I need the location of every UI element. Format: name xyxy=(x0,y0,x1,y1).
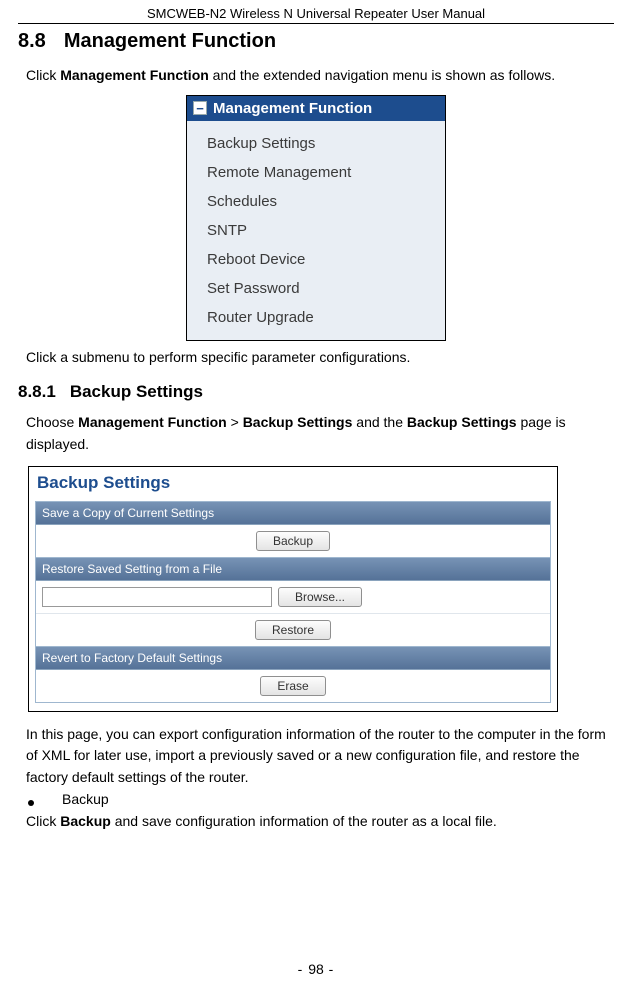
after-menu-text: Click a submenu to perform specific para… xyxy=(26,347,610,369)
product-name: SMCWEB-N2 Wireless N Universal Repeater … xyxy=(147,6,485,21)
section-intro: Click Management Function and the extend… xyxy=(26,65,610,87)
section-number: 8.8 xyxy=(18,30,46,52)
nav-item: SNTP xyxy=(191,216,441,245)
bullet-label: Backup xyxy=(62,791,109,807)
nav-item: Remote Management xyxy=(191,158,441,187)
panel-restore: Restore Saved Setting from a File Browse… xyxy=(35,558,551,647)
text: and the extended navigation menu is show… xyxy=(209,67,555,83)
panel-revert: Revert to Factory Default Settings Erase xyxy=(35,647,551,703)
text: and save configuration information of th… xyxy=(111,813,497,829)
bullet-description: Click Backup and save configuration info… xyxy=(26,811,610,833)
nav-item: Reboot Device xyxy=(191,245,441,274)
figure-backup-settings: Backup Settings Save a Copy of Current S… xyxy=(28,466,558,712)
page-header: SMCWEB-N2 Wireless N Universal Repeater … xyxy=(18,0,614,24)
bullet-icon xyxy=(28,800,34,806)
file-path-input xyxy=(42,587,272,607)
text: Click xyxy=(26,813,60,829)
backup-title: Backup Settings xyxy=(37,473,551,493)
footer-dash-left: - xyxy=(298,961,309,977)
subsection-number: 8.8.1 xyxy=(18,382,56,401)
panel-header: Save a Copy of Current Settings xyxy=(36,502,550,525)
subsection-title: Backup Settings xyxy=(70,382,203,401)
backup-button: Backup xyxy=(256,531,330,551)
panel-save-copy: Save a Copy of Current Settings Backup xyxy=(35,501,551,558)
text-bold: Backup Settings xyxy=(243,414,353,430)
nav-item: Backup Settings xyxy=(191,129,441,158)
page-number: 98 xyxy=(308,961,324,977)
panel-body: Browse... xyxy=(36,581,550,613)
nav-menu-title: Management Function xyxy=(213,100,372,117)
text-bold: Management Function xyxy=(60,67,209,83)
text: Choose xyxy=(26,414,78,430)
panel-body: Restore xyxy=(36,613,550,646)
nav-item: Set Password xyxy=(191,274,441,303)
text-bold: Backup xyxy=(60,813,111,829)
text: and the xyxy=(352,414,407,430)
text-bold: Backup Settings xyxy=(407,414,517,430)
browse-button: Browse... xyxy=(278,587,362,607)
section-title: Management Function xyxy=(64,30,276,52)
panel-header: Revert to Factory Default Settings xyxy=(36,647,550,670)
nav-item: Schedules xyxy=(191,187,441,216)
nav-item: Router Upgrade xyxy=(191,303,441,332)
nav-menu-header: − Management Function xyxy=(187,96,445,121)
panel-body: Erase xyxy=(36,670,550,702)
page-footer: - 98 - xyxy=(0,961,632,977)
figure-nav-menu: − Management Function Backup Settings Re… xyxy=(186,95,446,341)
bullet-backup: Backup xyxy=(28,791,610,807)
erase-button: Erase xyxy=(260,676,325,696)
text-bold: Management Function xyxy=(78,414,227,430)
after-backup-text: In this page, you can export configurati… xyxy=(26,724,610,789)
text: Click xyxy=(26,67,60,83)
restore-button: Restore xyxy=(255,620,331,640)
section-heading: 8.8 Management Function xyxy=(18,30,610,53)
panel-header: Restore Saved Setting from a File xyxy=(36,558,550,581)
text: > xyxy=(227,414,243,430)
page-content: 8.8 Management Function Click Management … xyxy=(0,30,632,833)
subsection-intro: Choose Management Function > Backup Sett… xyxy=(26,412,610,455)
panel-body: Backup xyxy=(36,525,550,557)
nav-menu-body: Backup Settings Remote Management Schedu… xyxy=(187,121,445,340)
footer-dash-right: - xyxy=(324,961,335,977)
subsection-heading: 8.8.1 Backup Settings xyxy=(18,382,610,402)
collapse-icon: − xyxy=(193,101,207,115)
